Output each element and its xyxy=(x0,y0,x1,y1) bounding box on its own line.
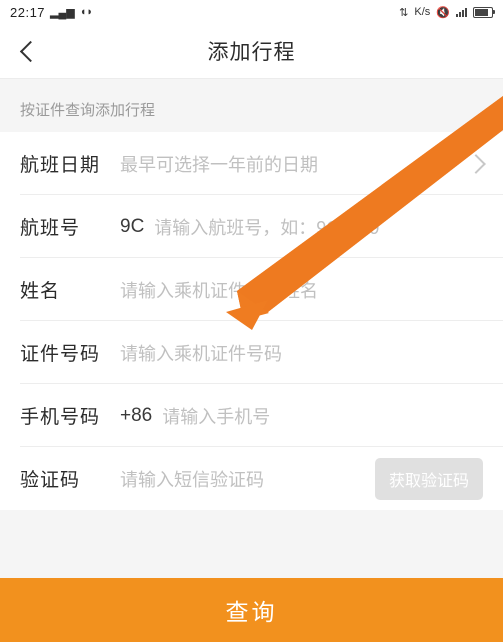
form-row-flight-date[interactable]: 航班日期 最早可选择一年前的日期 xyxy=(0,132,503,195)
flight-date-field[interactable]: 最早可选择一年前的日期 xyxy=(120,151,461,177)
verify-code-placeholder: 请输入短信验证码 xyxy=(120,469,264,490)
flight-no-field[interactable]: 9C 请输入航班号，如：9C5689 xyxy=(120,214,483,240)
flight-date-placeholder: 最早可选择一年前的日期 xyxy=(120,154,318,175)
wifi-dot-icon: ◖◗ xyxy=(79,6,94,18)
id-number-placeholder: 请输入乘机证件号码 xyxy=(120,343,282,364)
id-number-field[interactable]: 请输入乘机证件号码 xyxy=(120,340,483,366)
row-label-verify-code: 验证码 xyxy=(20,470,81,491)
phone-country-code: +86 xyxy=(120,404,153,426)
row-label-flight-date: 航班日期 xyxy=(20,155,101,176)
battery-icon xyxy=(473,6,495,18)
name-field[interactable]: 请输入乘机证件上的姓名 xyxy=(120,277,483,303)
status-bar-left: 22:17 ▂▄▆ ◖◗ xyxy=(10,5,93,20)
form-row-phone[interactable]: 手机号码 +86 请输入手机号 xyxy=(0,384,503,447)
name-placeholder: 请输入乘机证件上的姓名 xyxy=(120,280,318,301)
form-row-name[interactable]: 姓名 请输入乘机证件上的姓名 xyxy=(0,258,503,321)
form-row-id-number[interactable]: 证件号码 请输入乘机证件号码 xyxy=(0,321,503,384)
row-label-name: 姓名 xyxy=(20,281,61,302)
status-bar: 22:17 ▂▄▆ ◖◗ ⇅ K/s 🔇 xyxy=(0,0,503,24)
phone-screen: 22:17 ▂▄▆ ◖◗ ⇅ K/s 🔇 添加行程 按证件查询添加行程 航班日期… xyxy=(0,0,503,642)
flight-no-prefix: 9C xyxy=(120,215,145,237)
row-label-flight-no: 航班号 xyxy=(20,218,81,239)
signal-bars-icon xyxy=(456,7,467,17)
mute-icon: 🔇 xyxy=(436,6,450,19)
back-button[interactable] xyxy=(0,24,56,78)
get-verify-code-button[interactable]: 获取验证码 xyxy=(374,457,483,500)
row-label-phone: 手机号码 xyxy=(20,407,101,428)
verify-code-field[interactable]: 请输入短信验证码 xyxy=(120,466,369,492)
section-hint: 按证件查询添加行程 xyxy=(0,79,503,132)
status-time: 22:17 xyxy=(10,4,46,20)
status-bar-right: ⇅ K/s 🔇 xyxy=(399,6,495,19)
add-trip-form: 航班日期 最早可选择一年前的日期 航班号 9C 请输入航班号，如：9C5689 … xyxy=(0,132,503,510)
nav-bar: 添加行程 xyxy=(0,24,503,79)
signal-icon: ▂▄▆ xyxy=(50,6,75,19)
search-button[interactable]: 查询 xyxy=(0,578,503,642)
kb-speed-icon: ⇅ xyxy=(399,6,409,19)
speed-label: K/s xyxy=(414,6,431,18)
page-title: 添加行程 xyxy=(207,41,296,64)
form-row-verify-code[interactable]: 验证码 请输入短信验证码 获取验证码 xyxy=(0,447,503,510)
form-row-flight-no[interactable]: 航班号 9C 请输入航班号，如：9C5689 xyxy=(0,195,503,258)
phone-placeholder: 请输入手机号 xyxy=(162,406,271,427)
chevron-right-icon xyxy=(466,153,486,174)
back-chevron-icon xyxy=(19,40,42,62)
phone-field[interactable]: +86 请输入手机号 xyxy=(120,403,483,429)
row-label-id-number: 证件号码 xyxy=(20,344,101,365)
flight-no-placeholder: 请输入航班号，如：9C5689 xyxy=(154,217,380,238)
submit-bar: 查询 xyxy=(0,578,503,642)
